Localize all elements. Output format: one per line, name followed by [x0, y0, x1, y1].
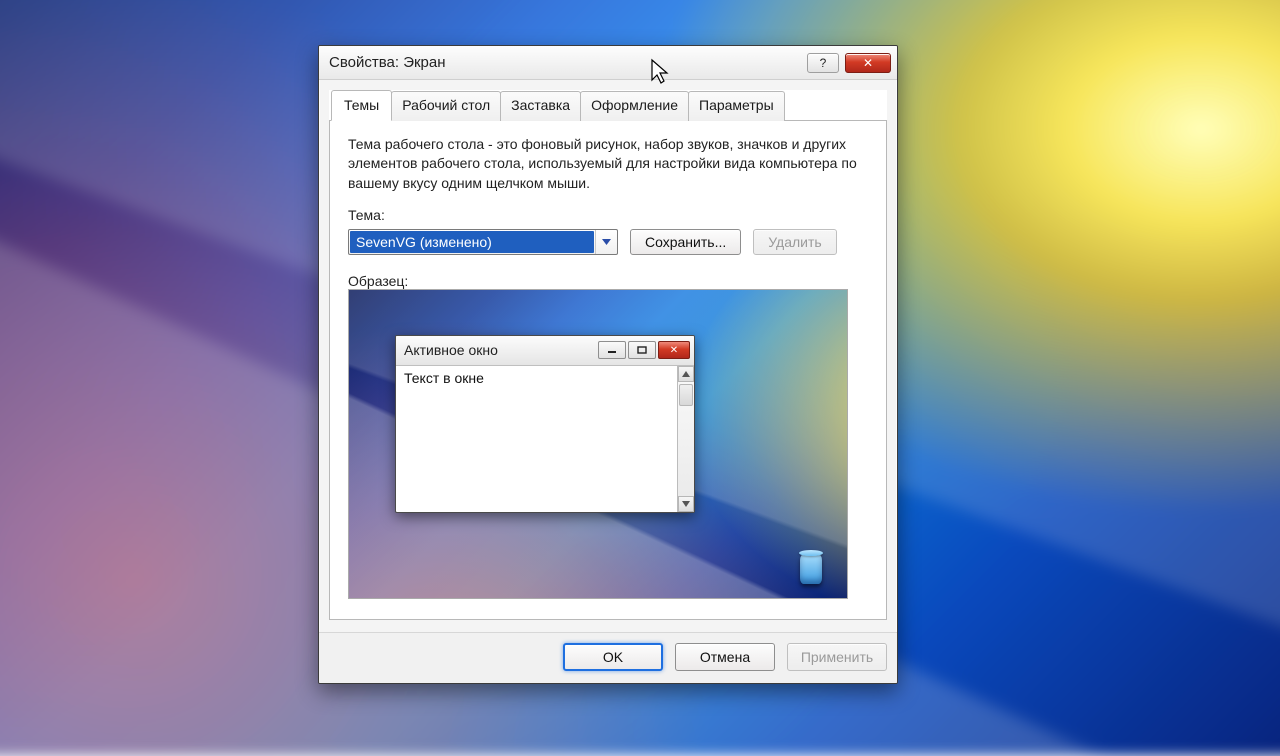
- maximize-icon: [637, 346, 647, 354]
- scroll-up-icon: [678, 366, 694, 382]
- ok-button[interactable]: OK: [563, 643, 663, 671]
- tab-desktop[interactable]: Рабочий стол: [391, 91, 501, 121]
- theme-combobox[interactable]: SevenVG (изменено): [348, 229, 618, 255]
- tab-appearance[interactable]: Оформление: [580, 91, 689, 121]
- sample-close-button: ✕: [658, 341, 690, 359]
- dialog-button-row: OK Отмена Применить: [319, 632, 897, 683]
- minimize-button: [598, 341, 626, 359]
- help-button[interactable]: ?: [807, 53, 839, 73]
- tab-themes[interactable]: Темы: [331, 90, 392, 121]
- save-button[interactable]: Сохранить...: [630, 229, 741, 255]
- maximize-button: [628, 341, 656, 359]
- sample-window-title: Активное окно: [404, 342, 498, 358]
- scroll-down-icon: [678, 496, 694, 512]
- window-title: Свойства: Экран: [329, 54, 446, 71]
- theme-selected-value: SevenVG (изменено): [350, 231, 594, 253]
- recycle-bin-icon: [797, 550, 825, 584]
- close-icon: ✕: [863, 56, 873, 70]
- panel-description: Тема рабочего стола - это фоновый рисуно…: [348, 135, 858, 193]
- delete-button: Удалить: [753, 229, 836, 255]
- tab-settings[interactable]: Параметры: [688, 91, 785, 121]
- cancel-button[interactable]: Отмена: [675, 643, 775, 671]
- titlebar[interactable]: Свойства: Экран ? ✕: [319, 46, 897, 80]
- sample-window: Активное окно ✕: [395, 335, 695, 513]
- sample-body-text: Текст в окне: [396, 366, 678, 512]
- dialog-body: Темы Рабочий стол Заставка Оформление Па…: [329, 90, 887, 620]
- tab-strip: Темы Рабочий стол Заставка Оформление Па…: [331, 91, 887, 121]
- sample-label: Образец:: [348, 273, 868, 289]
- close-button[interactable]: ✕: [845, 53, 891, 73]
- sample-scrollbar: [678, 366, 694, 512]
- scroll-thumb: [679, 384, 693, 406]
- theme-label: Тема:: [348, 207, 868, 223]
- chevron-down-icon: [595, 230, 617, 254]
- tab-screensaver[interactable]: Заставка: [500, 91, 581, 121]
- close-icon: ✕: [670, 345, 678, 356]
- apply-button: Применить: [787, 643, 887, 671]
- themes-panel: Тема рабочего стола - это фоновый рисуно…: [329, 120, 887, 620]
- display-properties-dialog: Свойства: Экран ? ✕ Темы Рабочий стол За…: [318, 45, 898, 684]
- sample-titlebar: Активное окно ✕: [396, 336, 694, 366]
- theme-preview: Активное окно ✕: [348, 289, 848, 599]
- minimize-icon: [607, 346, 617, 354]
